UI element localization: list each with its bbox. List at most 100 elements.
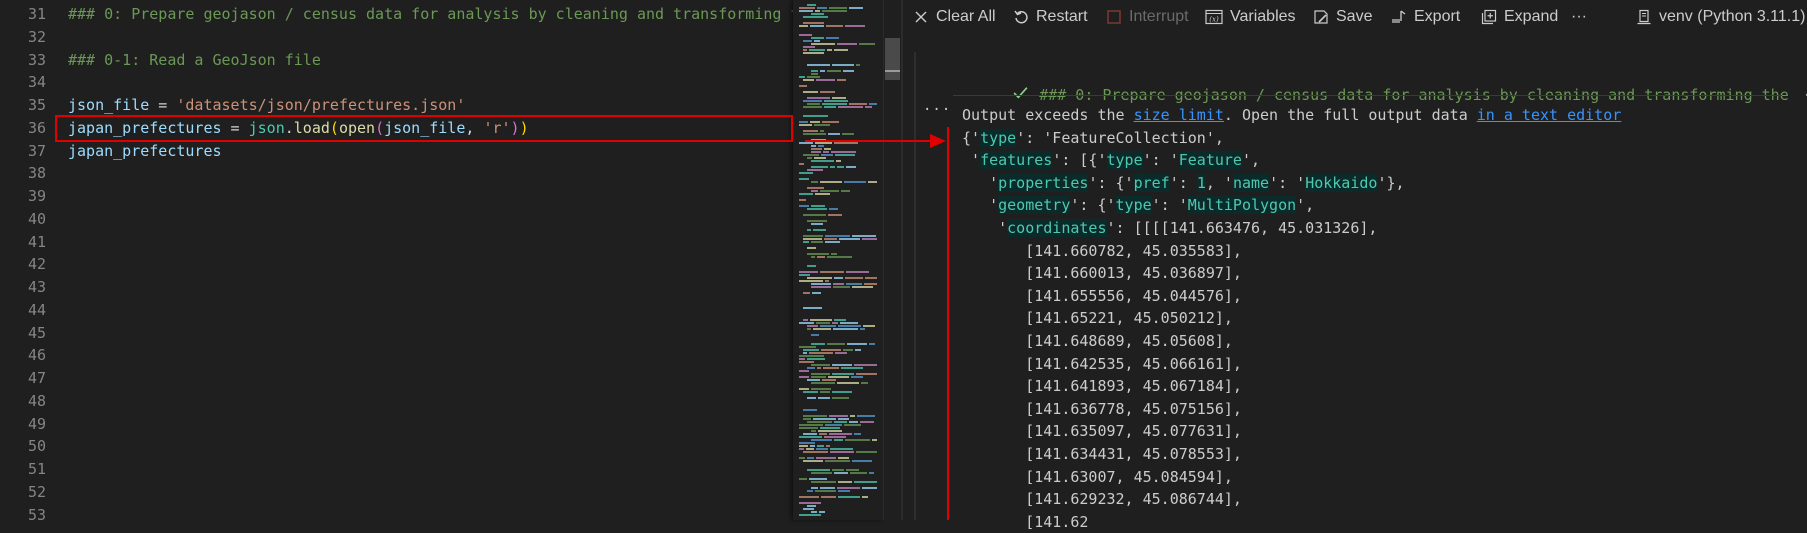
code-line[interactable]: 44 — [0, 299, 793, 322]
minimap-code-line — [839, 238, 860, 240]
open-in-text-editor-link[interactable]: in a text editor — [1477, 106, 1622, 124]
code-line[interactable]: 39 — [0, 185, 793, 208]
line-number: 38 — [27, 164, 46, 183]
line-number: 50 — [27, 437, 46, 456]
minimap-code-line — [799, 346, 816, 348]
output-actions-button[interactable]: ··· — [923, 102, 951, 118]
code-line[interactable]: 37 japan_prefectures — [0, 140, 793, 163]
minimap-code-line — [860, 421, 874, 423]
minimap-code-line — [806, 448, 814, 450]
minimap-code-line — [830, 166, 835, 168]
code-line[interactable]: 41 — [0, 231, 793, 254]
minimap-code-line — [807, 469, 830, 471]
cell-header-more-icon[interactable]: ··· — [1803, 86, 1807, 104]
minimap-code-line — [826, 37, 839, 39]
size-limit-link[interactable]: size limit — [1134, 106, 1224, 124]
output-token: ', — [1296, 196, 1315, 215]
minimap-code-line — [845, 277, 863, 279]
interrupt-button[interactable]: Interrupt — [1106, 7, 1189, 27]
minimap-code-line — [815, 193, 830, 195]
code-text: japan_prefectures — [68, 140, 222, 163]
code-line[interactable]: 49 — [0, 413, 793, 436]
code-line[interactable]: 32 — [0, 26, 793, 49]
code-line[interactable]: 52 — [0, 481, 793, 504]
output-line: [141.641893, 45.067184], — [962, 375, 1621, 398]
minimap-code-line — [824, 148, 831, 150]
minimap-code-line — [803, 106, 822, 108]
code-line[interactable]: 34 — [0, 71, 793, 94]
output-token: MultiPolygon — [1187, 196, 1297, 215]
expand-icon — [1481, 9, 1497, 25]
minimap-code-line — [833, 328, 858, 330]
code-line[interactable]: 45 — [0, 322, 793, 345]
minimap-code-line — [799, 121, 808, 123]
restart-button[interactable]: Restart — [1013, 7, 1088, 27]
code-line[interactable]: 48 — [0, 390, 793, 413]
output-token: [141.636778, 45.075156], — [962, 399, 1242, 418]
code-line[interactable]: 43 — [0, 276, 793, 299]
code-line[interactable]: 51 — [0, 458, 793, 481]
minimap-code-line — [833, 283, 844, 285]
line-number: 33 — [27, 50, 46, 69]
code-line[interactable]: 33 ### 0-1: Read a GeoJson file — [0, 49, 793, 72]
minimap-code-line — [815, 10, 820, 12]
code-line[interactable]: 46 — [0, 344, 793, 367]
output-token: coordinates — [1007, 218, 1107, 237]
code-line[interactable]: 31 ### 0: Prepare geojason / census data … — [0, 3, 793, 26]
minimap-code-line — [807, 367, 815, 369]
code-editor[interactable]: 31 ### 0: Prepare geojason / census data … — [0, 0, 793, 520]
minimap-code-line — [825, 460, 850, 462]
output-token: ': [[[[141.663476, 45.031326], — [1106, 218, 1378, 237]
minimap-code-line — [831, 253, 837, 255]
code-line[interactable]: 40 — [0, 208, 793, 231]
minimap-code-line — [854, 481, 877, 483]
clear-all-button[interactable]: Clear All — [913, 7, 996, 27]
code-line[interactable]: 47 — [0, 367, 793, 390]
minimap-code-line — [799, 172, 813, 174]
minimap-code-line — [849, 421, 858, 423]
kernel-picker[interactable]: venv (Python 3.11.1) — [1636, 7, 1805, 27]
minimap-code-line — [799, 457, 805, 459]
output-token: ': — [1169, 173, 1197, 192]
minimap-code-line — [862, 487, 877, 489]
minimap-code-line — [838, 325, 861, 327]
cell-divider — [953, 95, 1782, 96]
more-actions-button[interactable]: ··· — [1571, 7, 1587, 27]
code-line[interactable]: 42 — [0, 253, 793, 276]
minimap[interactable] — [793, 0, 883, 520]
minimap-code-line — [807, 157, 812, 159]
output-line: [141.648689, 45.05608], — [962, 330, 1621, 353]
minimap-code-line — [865, 277, 877, 279]
code-line[interactable]: 53 — [0, 504, 793, 521]
save-button[interactable]: Save — [1313, 7, 1372, 27]
minimap-code-line — [799, 361, 814, 363]
output-token: [141.642535, 45.066161], — [962, 354, 1242, 373]
minimap-code-line — [825, 241, 840, 243]
minimap-code-line — [799, 271, 818, 273]
export-button[interactable]: Export — [1391, 7, 1460, 27]
output-token: ' — [962, 196, 999, 215]
minimap-code-line — [818, 430, 842, 432]
code-line[interactable]: 35 json_file = 'datasets/json/prefectures… — [0, 94, 793, 117]
expand-button[interactable]: Expand — [1481, 7, 1558, 27]
minimap-code-line — [823, 367, 839, 369]
code-line[interactable]: 38 — [0, 162, 793, 185]
editor-scrollbar[interactable] — [883, 0, 901, 520]
minimap-code-line — [810, 445, 815, 447]
output-token: ': 'FeatureCollection', — [1016, 128, 1224, 147]
restart-label: Restart — [1036, 8, 1088, 25]
variables-button[interactable]: (x) Variables — [1205, 7, 1296, 27]
minimap-code-line — [811, 376, 826, 378]
minimap-code-line — [814, 124, 830, 126]
code-line[interactable]: 50 — [0, 435, 793, 458]
line-number: 41 — [27, 232, 46, 251]
minimap-code-line — [811, 364, 830, 366]
minimap-code-line — [807, 379, 820, 381]
line-number: 48 — [27, 391, 46, 410]
minimap-code-line — [811, 148, 822, 150]
scrollbar-thumb[interactable] — [885, 38, 900, 80]
minimap-code-line — [811, 439, 832, 441]
minimap-code-line — [838, 457, 849, 459]
minimap-code-line — [842, 133, 854, 135]
cell-focus-gutter — [914, 52, 916, 520]
